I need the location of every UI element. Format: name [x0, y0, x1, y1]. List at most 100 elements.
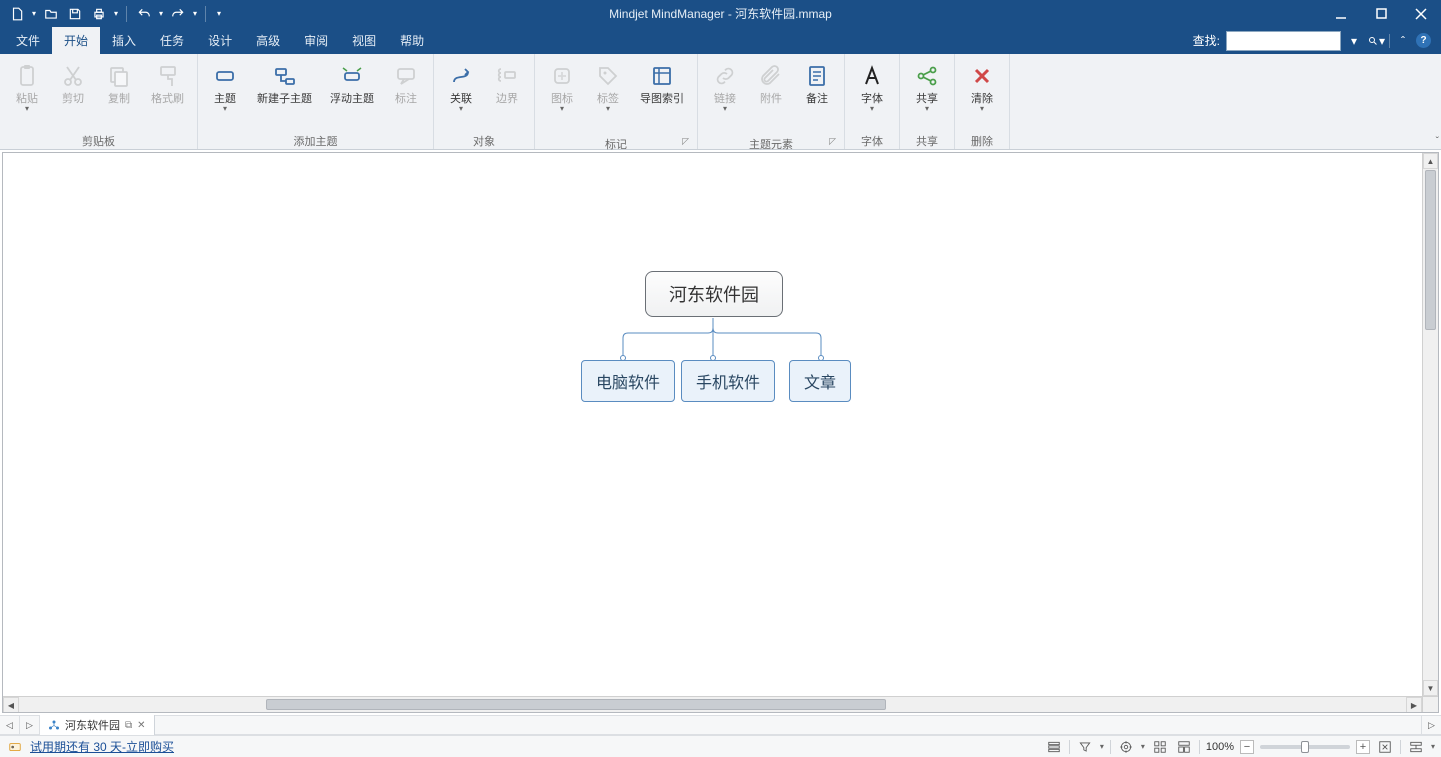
qat-new-dropdown[interactable]: ▾ [30, 9, 38, 18]
search-options-icon[interactable]: ▾ [1367, 32, 1385, 50]
mindmap-child-node[interactable]: 文章 [789, 360, 851, 402]
mindmap-child-node[interactable]: 电脑软件 [581, 360, 675, 402]
status-notification-icon[interactable] [6, 738, 24, 756]
scroll-left-button[interactable]: ◀ [3, 697, 19, 713]
doc-tab-close-icon[interactable]: ✕ [137, 720, 145, 731]
ribbon-button-relation[interactable]: 关联 ▾ [440, 58, 482, 116]
dropdown-arrow-icon: ▾ [606, 106, 610, 112]
close-button[interactable] [1401, 0, 1441, 27]
qat-print-dropdown[interactable]: ▾ [112, 9, 120, 18]
qat-redo-dropdown[interactable]: ▾ [191, 9, 199, 18]
view-outline-icon[interactable] [1045, 738, 1063, 756]
boundary-icon [493, 62, 521, 90]
dropdown-arrow-icon: ▾ [25, 106, 29, 112]
qat-save-button[interactable] [64, 3, 86, 25]
ribbon-button-clear[interactable]: 清除 ▾ [961, 58, 1003, 116]
mindmap-child-node[interactable]: 手机软件 [681, 360, 775, 402]
doc-tab-pin-icon[interactable]: ⧉ [125, 720, 132, 731]
menu-item-8[interactable]: 帮助 [388, 27, 436, 54]
menu-item-2[interactable]: 插入 [100, 27, 148, 54]
marker-icon [548, 62, 576, 90]
scroll-up-button[interactable]: ▲ [1423, 153, 1438, 169]
ribbon-button-callout[interactable]: 标注 [385, 58, 427, 110]
zoom-out-button[interactable]: − [1240, 740, 1254, 754]
horizontal-scroll-thumb[interactable] [266, 699, 886, 710]
menu-item-4[interactable]: 设计 [196, 27, 244, 54]
minimize-button[interactable] [1321, 0, 1361, 27]
filter-icon[interactable] [1076, 738, 1094, 756]
zoom-level[interactable]: 100% [1206, 741, 1234, 753]
qat-customize-dropdown[interactable]: ▾ [212, 9, 226, 18]
horizontal-scrollbar[interactable]: ◀ ▶ [3, 696, 1422, 712]
ribbon-button-label: 剪切 [62, 92, 84, 106]
tab-nav-right[interactable]: ▷ [20, 715, 40, 735]
target-icon[interactable] [1117, 738, 1135, 756]
ribbon-button-map-index[interactable]: 导图索引 [633, 58, 691, 110]
ribbon-button-boundary[interactable]: 边界 [486, 58, 528, 110]
zoom-in-button[interactable]: + [1356, 740, 1370, 754]
ribbon-button-copy[interactable]: 复制 [98, 58, 140, 110]
scroll-right-button[interactable]: ▶ [1406, 697, 1422, 713]
ribbon-group-主题元素: 链接 ▾ 附件 备注 主题元素◸ [698, 54, 845, 149]
trial-purchase-link[interactable]: 试用期还有 30 天-立即购买 [30, 738, 174, 755]
menu-item-3[interactable]: 任务 [148, 27, 196, 54]
qat-new-button[interactable] [6, 3, 28, 25]
tab-nav-left[interactable]: ◁ [0, 715, 20, 735]
dialog-launcher-icon[interactable]: ◸ [682, 136, 689, 147]
help-icon[interactable]: ? [1416, 33, 1431, 48]
fit-to-window-icon[interactable] [1376, 738, 1394, 756]
dropdown-arrow-icon: ▾ [223, 106, 227, 112]
vertical-scroll-thumb[interactable] [1425, 170, 1436, 330]
menu-item-6[interactable]: 审阅 [292, 27, 340, 54]
ribbon-button-format-painter[interactable]: 格式刷 [144, 58, 191, 110]
qat-print-button[interactable] [88, 3, 110, 25]
ribbon-button-paste[interactable]: 粘贴 ▾ [6, 58, 48, 116]
qat-undo-button[interactable] [133, 3, 155, 25]
ribbon-button-label: 新建子主题 [257, 92, 312, 106]
ribbon-button-marker[interactable]: 图标 ▾ [541, 58, 583, 116]
menu-item-5[interactable]: 高级 [244, 27, 292, 54]
attachment-icon [757, 62, 785, 90]
dropdown-arrow-icon: ▾ [980, 106, 984, 112]
mindmap-root-node[interactable]: 河东软件园 [645, 271, 783, 317]
ribbon-button-share[interactable]: 共享 ▾ [906, 58, 948, 116]
qat-undo-dropdown[interactable]: ▾ [157, 9, 165, 18]
titlebar: ▾ ▾ ▾ ▾ ▾ Mindjet MindManager - 河东软件园.mm… [0, 0, 1441, 27]
ribbon-button-font[interactable]: 字体 ▾ [851, 58, 893, 116]
zoom-slider[interactable] [1260, 745, 1350, 749]
layout-view-icon[interactable] [1175, 738, 1193, 756]
search-input[interactable] [1226, 31, 1341, 51]
ribbon-button-notes[interactable]: 备注 [796, 58, 838, 110]
qat-open-button[interactable] [40, 3, 62, 25]
ribbon-button-attachment[interactable]: 附件 [750, 58, 792, 110]
ribbon-collapse-icon[interactable]: ˇ [1436, 136, 1439, 147]
ribbon-button-cut[interactable]: 剪切 [52, 58, 94, 110]
ribbon-group-label: 剪贴板 [6, 131, 191, 147]
tab-nav-far-right[interactable]: ▷ [1421, 715, 1441, 735]
menu-item-1[interactable]: 开始 [52, 27, 100, 54]
ribbon-button-label: 格式刷 [151, 92, 184, 106]
ribbon-button-label: 导图索引 [640, 92, 684, 106]
search-dropdown[interactable]: ▾ [1345, 32, 1363, 50]
cut-icon [59, 62, 87, 90]
dialog-launcher-icon[interactable]: ◸ [829, 136, 836, 147]
map-index-icon [648, 62, 676, 90]
document-tab[interactable]: 河东软件园 ⧉ ✕ [40, 715, 155, 735]
maximize-button[interactable] [1361, 0, 1401, 27]
vertical-scrollbar[interactable]: ▲ ▼ [1422, 153, 1438, 696]
mindmap-canvas[interactable]: 河东软件园 电脑软件 手机软件 文章 [3, 153, 1422, 696]
menu-item-7[interactable]: 视图 [340, 27, 388, 54]
copy-icon [105, 62, 133, 90]
ribbon-button-float-topic[interactable]: 浮动主题 [323, 58, 381, 110]
scroll-down-button[interactable]: ▼ [1423, 680, 1438, 696]
ribbon-button-link[interactable]: 链接 ▾ [704, 58, 746, 116]
ribbon-collapse-up-icon[interactable]: ˆ [1394, 32, 1412, 50]
grid-view-icon[interactable] [1151, 738, 1169, 756]
ribbon-button-topic[interactable]: 主题 ▾ [204, 58, 246, 116]
ribbon-button-tag[interactable]: 标签 ▾ [587, 58, 629, 116]
ribbon-button-subtopic[interactable]: 新建子主题 [250, 58, 319, 110]
zoom-slider-thumb[interactable] [1301, 741, 1309, 753]
qat-redo-button[interactable] [167, 3, 189, 25]
menu-item-0[interactable]: 文件 [4, 27, 52, 54]
collapse-all-icon[interactable] [1407, 738, 1425, 756]
